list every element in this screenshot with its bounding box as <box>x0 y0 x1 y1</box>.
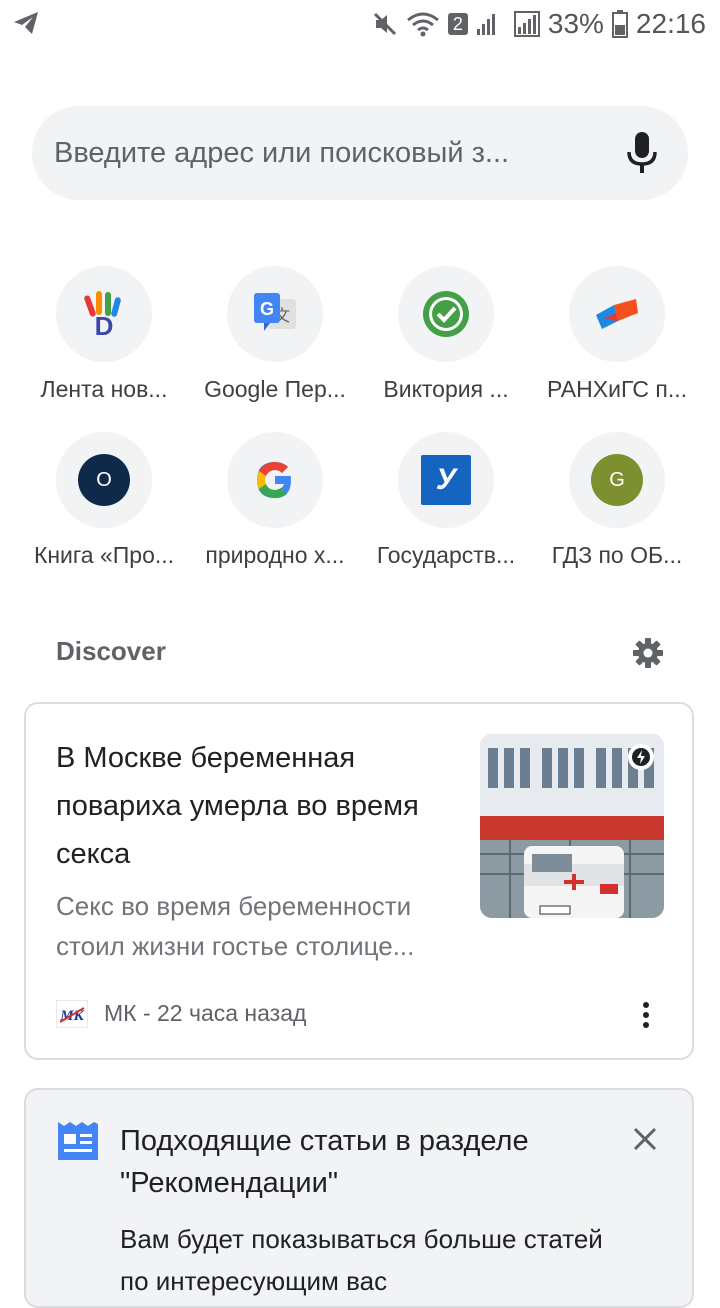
article-thumbnail[interactable] <box>480 734 664 918</box>
wifi-icon <box>406 11 440 37</box>
letter-o-icon: O <box>78 454 130 506</box>
shortcut-tile-lenta[interactable]: D Лента нов... <box>18 266 190 426</box>
battery-icon <box>611 10 628 38</box>
recommendation-card: Подходящие статьи в разделе "Рекомендаци… <box>24 1088 694 1308</box>
mute-icon <box>372 11 398 37</box>
signal-icon <box>476 11 506 37</box>
shortcut-tile-gosuslugi[interactable]: У Государств... <box>360 432 532 592</box>
google-g-icon <box>250 455 300 505</box>
hand-logo-icon: D <box>79 289 129 341</box>
shortcut-tile-kniga[interactable]: O Книга «Про... <box>18 432 190 592</box>
article-source: МК - 22 часа назад <box>104 1000 307 1026</box>
green-check-icon <box>421 289 471 339</box>
sim-badge: 2 <box>447 13 468 35</box>
svg-text:D: D <box>95 311 114 339</box>
clock: 22:16 <box>635 8 706 39</box>
google-translate-icon: 文 G <box>250 289 300 339</box>
mic-icon[interactable] <box>620 130 664 176</box>
gear-icon[interactable] <box>632 637 664 669</box>
close-icon[interactable] <box>632 1126 658 1152</box>
search-input[interactable] <box>54 126 594 180</box>
article-title[interactable]: В Москве беременная повариха умерла во в… <box>56 734 456 878</box>
article-snippet: Секс во время беременности стоил жизни г… <box>56 891 415 961</box>
battery-percent: 33% <box>547 8 604 39</box>
telegram-icon <box>12 10 40 41</box>
shortcut-tile-ranepa[interactable]: РАНХиГС п... <box>531 266 703 426</box>
svg-text:G: G <box>260 299 274 319</box>
recommendation-title: Подходящие статьи в разделе "Рекомендаци… <box>120 1125 529 1199</box>
signal-icon-2 <box>513 11 540 37</box>
shortcut-tile-gdz[interactable]: G ГДЗ по ОБ... <box>531 432 703 592</box>
publisher-logo-icon: МК <box>55 999 89 1029</box>
shortcut-tile-google-search[interactable]: природно х... <box>189 432 361 592</box>
search-bar[interactable] <box>32 106 688 200</box>
recommendation-body: Вам будет показываться больше статей по … <box>120 1224 603 1296</box>
article-feed-icon <box>58 1122 98 1160</box>
article-card[interactable]: В Москве беременная повариха умерла во в… <box>24 702 694 1060</box>
amp-lightning-icon <box>628 744 654 770</box>
discover-heading: Discover <box>56 636 166 666</box>
shortcut-tile-victoria[interactable]: Виктория ... <box>360 266 532 426</box>
gosuslugi-icon: У <box>421 455 471 505</box>
ranepa-logo-icon <box>592 289 642 339</box>
letter-g-icon: G <box>591 454 643 506</box>
shortcut-tile-google-translate[interactable]: 文 G Google Пер... <box>189 266 361 426</box>
more-vert-icon[interactable] <box>634 1000 658 1030</box>
status-bar: 2 33% 22:16 <box>0 0 720 50</box>
